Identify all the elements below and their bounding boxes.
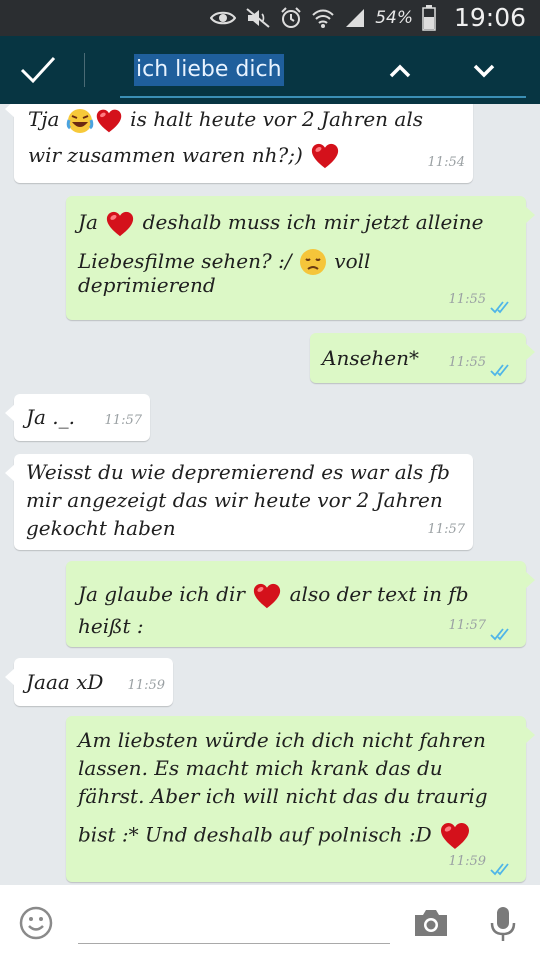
next-match-button[interactable]: [464, 54, 504, 88]
message-time: 11:55: [448, 292, 486, 307]
read-receipt-icon: [490, 300, 516, 314]
done-button[interactable]: [18, 50, 58, 90]
laughing-emoji: [66, 108, 94, 133]
message-bubble[interactable]: Ja deshalb muss ich mir jetzt alleine Li…: [66, 196, 535, 320]
read-receipt-icon: [490, 627, 516, 641]
message-input[interactable]: [78, 943, 390, 944]
eye-icon: [210, 11, 237, 25]
message-bubble[interactable]: Ja glaube ich dir also der text in fb he…: [66, 561, 535, 647]
message-time: 11:57: [448, 618, 486, 633]
message-line: Ja deshalb muss ich mir jetzt alleine: [78, 208, 518, 239]
message-line: fährst. Aber ich will nicht das du traur…: [78, 784, 488, 808]
message-bubble[interactable]: Ansehen* 11:55: [310, 333, 535, 383]
message-time: 11:59: [127, 678, 165, 693]
message-line: lassen. Es macht mich krank das du: [78, 756, 443, 780]
message-line: Weisst du wie depremierend es war als fb: [26, 460, 450, 484]
signal-icon: [346, 9, 365, 27]
message-line: gekocht haben: [26, 516, 176, 540]
disappointed-emoji: [299, 249, 326, 275]
read-receipt-icon: [490, 862, 516, 876]
toolbar-divider: [84, 53, 85, 87]
message-time: 11:57: [427, 522, 465, 537]
message-text: Ansehen*: [322, 346, 420, 370]
mic-icon: [490, 907, 516, 941]
heart-emoji: [94, 107, 124, 135]
message-line: Tja is halt heute vor 2 Jahren als: [28, 105, 463, 135]
battery-percent: 54%: [375, 8, 413, 28]
chat-list[interactable]: Tja is halt heute vor 2 Jahren als wir z…: [0, 104, 540, 885]
clock: 19:06: [453, 3, 526, 32]
message-line: wir zusammen waren nh?;): [28, 141, 463, 172]
message-bubble[interactable]: Am liebsten würde ich dich nicht fahren …: [66, 716, 535, 882]
battery-icon: [422, 5, 436, 31]
voice-message-button[interactable]: [488, 905, 518, 943]
emoji-button[interactable]: [18, 905, 54, 941]
message-bubble[interactable]: Tja is halt heute vor 2 Jahren als wir z…: [5, 104, 473, 183]
message-time: 11:55: [448, 355, 486, 370]
camera-icon: [415, 910, 447, 936]
previous-match-button[interactable]: [380, 54, 420, 88]
heart-emoji: [104, 209, 136, 239]
chevron-up-icon: [389, 64, 411, 78]
read-receipt-icon: [490, 363, 516, 377]
compose-bar: [0, 885, 540, 960]
message-time: 11:57: [104, 413, 142, 428]
smiley-icon: [19, 906, 53, 940]
message-line: mir angezeigt das wir heute vor 2 Jahren: [26, 488, 443, 512]
status-bar: 54% 19:06: [0, 0, 540, 36]
mute-icon: [246, 8, 270, 28]
heart-emoji: [309, 141, 341, 171]
search-toolbar: ich liebe dich: [0, 36, 540, 104]
status-icons: 54%: [210, 5, 436, 31]
alarm-icon: [281, 7, 301, 28]
wifi-icon: [312, 9, 334, 28]
message-time: 11:59: [448, 854, 486, 869]
message-bubble[interactable]: Weisst du wie depremierend es war als fb…: [5, 454, 473, 550]
check-icon: [20, 56, 56, 84]
search-underline: [120, 96, 526, 98]
message-line: Ja glaube ich dir also der text in fb: [78, 579, 518, 611]
search-query-text: ich liebe dich: [134, 54, 284, 86]
camera-button[interactable]: [412, 907, 450, 939]
message-time: 11:54: [427, 155, 465, 170]
chevron-down-icon: [473, 64, 495, 78]
message-bubble[interactable]: Ja ._. 11:57: [5, 394, 150, 441]
heart-emoji: [251, 581, 283, 611]
message-bubble[interactable]: Jaaa xD 11:59: [5, 658, 173, 706]
message-line: Am liebsten würde ich dich nicht fahren: [78, 728, 486, 752]
